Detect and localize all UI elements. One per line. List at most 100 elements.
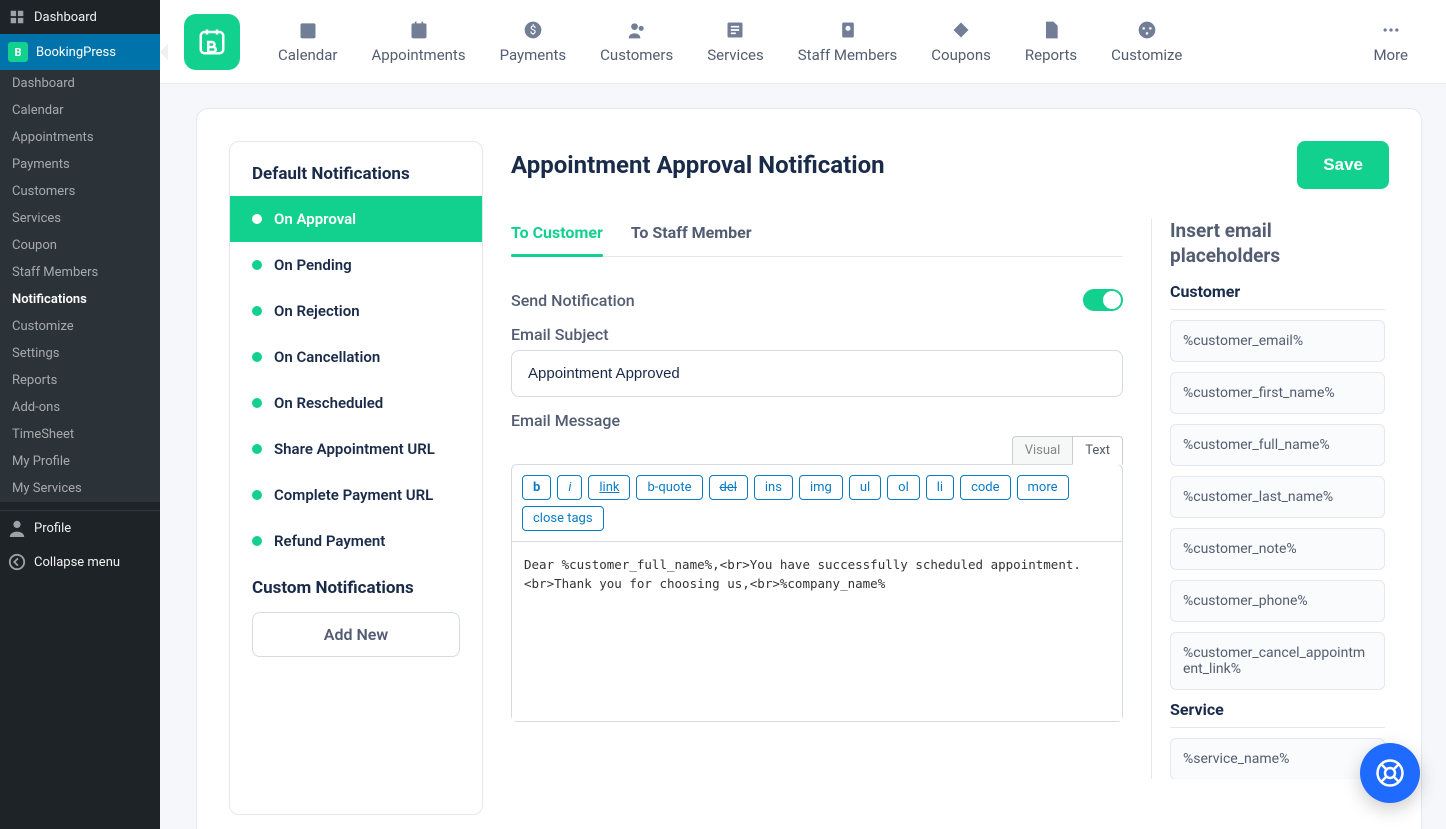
wp-sub-addons[interactable]: Add-ons xyxy=(0,394,160,421)
wp-collapse-label: Collapse menu xyxy=(34,555,120,570)
toolbar-li-button[interactable]: li xyxy=(926,475,954,500)
status-dot xyxy=(252,260,262,270)
notif-on-pending[interactable]: On Pending xyxy=(230,242,482,288)
nav-payments[interactable]: $Payments xyxy=(486,14,581,70)
notif-on-rejection[interactable]: On Rejection xyxy=(230,288,482,334)
tab-to-customer[interactable]: To Customer xyxy=(511,219,603,256)
toolbar-italic-button[interactable]: i xyxy=(557,475,582,500)
toolbar-link-button[interactable]: link xyxy=(588,475,630,500)
editor-mode-tabs: Visual Text xyxy=(511,436,1123,465)
email-subject-input[interactable] xyxy=(511,350,1123,397)
status-dot xyxy=(252,536,262,546)
wp-sub-myservices[interactable]: My Services xyxy=(0,475,160,502)
wp-sub-coupon[interactable]: Coupon xyxy=(0,232,160,259)
placeholder-customer-phone[interactable]: %customer_phone% xyxy=(1170,580,1385,622)
wp-sub-customers[interactable]: Customers xyxy=(0,178,160,205)
send-notification-toggle[interactable] xyxy=(1083,289,1123,311)
wp-sub-calendar[interactable]: Calendar xyxy=(0,97,160,124)
staff-icon xyxy=(838,20,858,40)
help-fab[interactable] xyxy=(1360,743,1420,803)
wp-sub-services[interactable]: Services xyxy=(0,205,160,232)
wp-plugin-item[interactable]: B BookingPress xyxy=(0,34,160,70)
wp-sub-timesheet[interactable]: TimeSheet xyxy=(0,421,160,448)
tab-to-staff[interactable]: To Staff Member xyxy=(631,219,752,256)
notif-refund-payment[interactable]: Refund Payment xyxy=(230,518,482,564)
nav-more[interactable]: More xyxy=(1359,14,1422,70)
placeholder-customer-note[interactable]: %customer_note% xyxy=(1170,528,1385,570)
placeholder-customer-cancel-link[interactable]: %customer_cancel_appointment_link% xyxy=(1170,632,1385,690)
customers-icon xyxy=(627,20,647,40)
dashboard-icon xyxy=(8,8,26,26)
bookingpress-icon: B xyxy=(8,42,28,62)
placeholder-customer-full-name[interactable]: %customer_full_name% xyxy=(1170,424,1385,466)
wp-admin-sidebar: Dashboard B BookingPress Dashboard Calen… xyxy=(0,0,160,829)
brand-logo xyxy=(184,14,240,70)
wp-sub-myprofile[interactable]: My Profile xyxy=(0,448,160,475)
placeholder-section-customer: Customer xyxy=(1170,282,1385,310)
wp-collapse-link[interactable]: Collapse menu xyxy=(0,545,160,579)
wp-sub-notifications[interactable]: Notifications xyxy=(0,286,160,313)
nav-coupons[interactable]: Coupons xyxy=(917,14,1005,70)
email-body-textarea[interactable] xyxy=(512,541,1122,721)
coupons-icon xyxy=(951,20,971,40)
nav-reports[interactable]: Reports xyxy=(1011,14,1091,70)
wp-dashboard-link[interactable]: Dashboard xyxy=(0,0,160,34)
notif-on-cancellation[interactable]: On Cancellation xyxy=(230,334,482,380)
calendar-icon xyxy=(298,20,318,40)
notif-on-rescheduled[interactable]: On Rescheduled xyxy=(230,380,482,426)
nav-customers[interactable]: Customers xyxy=(586,14,687,70)
recipient-tabs: To Customer To Staff Member xyxy=(511,219,1123,257)
nav-services[interactable]: Services xyxy=(693,14,778,70)
placeholder-service-name[interactable]: %service_name% xyxy=(1170,738,1385,779)
placeholders-panel[interactable]: Insert email placeholders Customer %cust… xyxy=(1151,219,1389,779)
save-button[interactable]: Save xyxy=(1297,141,1389,189)
status-dot xyxy=(252,352,262,362)
placeholder-customer-first-name[interactable]: %customer_first_name% xyxy=(1170,372,1385,414)
toolbar-img-button[interactable]: img xyxy=(799,475,843,500)
nav-staff[interactable]: Staff Members xyxy=(784,14,912,70)
toolbar-ul-button[interactable]: ul xyxy=(849,475,881,500)
wp-sub-settings[interactable]: Settings xyxy=(0,340,160,367)
wp-sub-reports[interactable]: Reports xyxy=(0,367,160,394)
notif-share-url[interactable]: Share Appointment URL xyxy=(230,426,482,472)
wp-sub-staff[interactable]: Staff Members xyxy=(0,259,160,286)
wp-sub-dashboard[interactable]: Dashboard xyxy=(0,70,160,97)
nav-calendar-label: Calendar xyxy=(278,46,338,64)
page-title: Appointment Approval Notification xyxy=(511,151,885,179)
nav-calendar[interactable]: Calendar xyxy=(264,14,352,70)
editor-tab-text[interactable]: Text xyxy=(1072,436,1123,465)
nav-services-label: Services xyxy=(707,46,764,64)
toolbar-bold-button[interactable]: b xyxy=(522,475,551,500)
toolbar-ins-button[interactable]: ins xyxy=(754,475,793,500)
notif-on-approval[interactable]: On Approval xyxy=(230,196,482,242)
editor-tab-visual[interactable]: Visual xyxy=(1012,436,1073,465)
nav-customize-label: Customize xyxy=(1111,46,1182,64)
notif-item-label: On Cancellation xyxy=(274,348,380,366)
toolbar-code-button[interactable]: code xyxy=(960,475,1010,500)
placeholder-customer-email[interactable]: %customer_email% xyxy=(1170,320,1385,362)
email-message-label: Email Message xyxy=(511,411,1123,430)
nav-appointments[interactable]: Appointments xyxy=(358,14,480,70)
notif-item-label: On Approval xyxy=(274,210,356,228)
add-new-button[interactable]: Add New xyxy=(252,612,460,657)
toolbar-ol-button[interactable]: ol xyxy=(887,475,920,500)
send-notification-label: Send Notification xyxy=(511,291,635,310)
toolbar-more-button[interactable]: more xyxy=(1017,475,1069,500)
notif-item-label: Refund Payment xyxy=(274,532,385,550)
status-dot xyxy=(252,444,262,454)
notif-complete-payment-url[interactable]: Complete Payment URL xyxy=(230,472,482,518)
placeholder-customer-last-name[interactable]: %customer_last_name% xyxy=(1170,476,1385,518)
wp-sub-appointments[interactable]: Appointments xyxy=(0,124,160,151)
toolbar-closetags-button[interactable]: close tags xyxy=(522,506,604,531)
wp-profile-link[interactable]: Profile xyxy=(0,511,160,545)
user-icon xyxy=(8,519,26,537)
notif-item-label: Share Appointment URL xyxy=(274,440,435,458)
wp-sidebar-bottom: Profile Collapse menu xyxy=(0,510,160,579)
placeholder-section-service: Service xyxy=(1170,700,1385,728)
toolbar-bquote-button[interactable]: b-quote xyxy=(636,475,702,500)
toolbar-del-button[interactable]: del xyxy=(709,475,748,500)
nav-customize[interactable]: Customize xyxy=(1097,14,1196,70)
wp-sub-payments[interactable]: Payments xyxy=(0,151,160,178)
wp-dashboard-label: Dashboard xyxy=(34,10,97,25)
wp-sub-customize[interactable]: Customize xyxy=(0,313,160,340)
